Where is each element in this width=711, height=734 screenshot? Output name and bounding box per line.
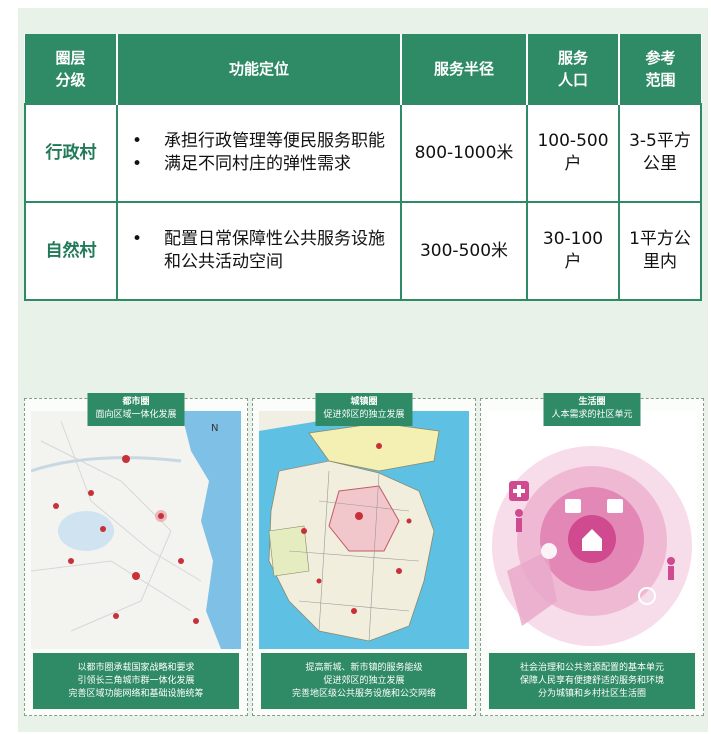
function-bullet: • 配置日常保障性公共服务设施和公共活动空间 xyxy=(132,228,392,274)
person-icon xyxy=(667,557,675,580)
radius-cell: 800-1000米 xyxy=(400,103,528,203)
note-line: 引领长三角城市群一体化发展 xyxy=(77,675,195,686)
header-level-text: 圈层 分级 xyxy=(55,48,86,89)
panel-note: 以都市圈承载国家战略和要求 引领长三角城市群一体化发展 完善区域功能网络和基础设… xyxy=(33,653,239,709)
population-cell: 100-500户 xyxy=(526,103,620,203)
header-population: 服务 人口 xyxy=(527,34,620,104)
header-function: 功能定位 xyxy=(117,34,402,104)
table-header-row: 圈层 分级 功能定位 服务半径 服务 人口 参考 范围 xyxy=(25,34,701,104)
panel-note: 社会治理和公共资源配置的基本单元 保障人民享有便捷舒适的服务和环境 分为城镇和乡… xyxy=(489,653,695,709)
function-cell: • 配置日常保障性公共服务设施和公共活动空间 xyxy=(116,201,402,301)
note-line: 以都市圈承载国家战略和要求 xyxy=(77,662,195,673)
note-line: 社会治理和公共资源配置的基本单元 xyxy=(519,662,664,673)
panel-title: 都市圈 xyxy=(122,397,150,407)
header-range: 参考 范围 xyxy=(619,34,701,104)
panel-tag: 生活圈 人本需求的社区单元 xyxy=(543,393,641,426)
header-radius-text: 服务半径 xyxy=(433,59,494,78)
range-cell: 1平方公里内 xyxy=(618,201,702,301)
level-cell: 行政村 xyxy=(24,103,118,203)
panel-title: 城镇圈 xyxy=(350,397,378,407)
function-bullet: • 承担行政管理等便民服务职能 xyxy=(132,131,385,151)
panel-subtitle: 人本需求的社区单元 xyxy=(551,410,633,420)
note-line: 完善地区级公共服务设施和公交网络 xyxy=(291,688,436,699)
page: 圈层 分级 功能定位 服务半径 服务 人口 参考 范围 行政村 • 承担行政管理等… xyxy=(18,8,708,732)
table-row: 行政村 • 承担行政管理等便民服务职能 • 满足不同村庄的弹性需求 800-1000… xyxy=(24,103,702,203)
function-text: 满足不同村庄的弹性需求 xyxy=(164,154,351,174)
function-text: 配置日常保障性公共服务设施和公共活动空间 xyxy=(164,229,385,272)
function-text: 承担行政管理等便民服务职能 xyxy=(164,131,385,151)
hierarchy-table: 圈层 分级 功能定位 服务半径 服务 人口 参考 范围 行政村 • 承担行政管理等… xyxy=(24,34,702,301)
function-bullet: • 满足不同村庄的弹性需求 xyxy=(132,154,351,174)
header-level: 圈层 分级 xyxy=(25,34,118,104)
note-line: 保障人民享有便捷舒适的服务和环境 xyxy=(519,675,664,686)
panel-tag: 都市圈 面向区域一体化发展 xyxy=(87,393,185,426)
table-row: 自然村 • 配置日常保障性公共服务设施和公共活动空间 300-500米 30-10… xyxy=(24,201,702,301)
header-population-text: 服务 人口 xyxy=(557,48,588,89)
hospital-icon xyxy=(509,481,529,501)
note-line: 促进郊区的独立发展 xyxy=(323,675,405,686)
header-range-text: 参考 范围 xyxy=(645,48,676,89)
header-function-text: 功能定位 xyxy=(228,59,289,78)
level-cell: 自然村 xyxy=(24,201,118,301)
panel-metropolitan: N 都市圈 面向区域一体化发展 以都市圈承载国家战略和要求 引领长三角城市群一体… xyxy=(24,393,248,716)
panel-town: 城镇圈 促进郊区的独立发展 提高新城、新市镇的服务能级 促进郊区的独立发展 完善… xyxy=(252,393,476,716)
school-icon xyxy=(607,499,623,513)
heart-icon xyxy=(541,543,557,559)
range-cell: 3-5平方公里 xyxy=(618,103,702,203)
note-line: 提高新城、新市镇的服务能级 xyxy=(305,662,423,673)
elderly-icon xyxy=(515,509,523,532)
panel-community: 生活圈 人本需求的社区单元 社会治理和公共资源配置的基本单元 保障人民享有便捷舒… xyxy=(480,393,704,716)
function-cell: • 承担行政管理等便民服务职能 • 满足不同村庄的弹性需求 xyxy=(116,103,402,203)
town-map-image xyxy=(259,411,469,649)
panel-subtitle: 促进郊区的独立发展 xyxy=(323,410,405,420)
panel-tag: 城镇圈 促进郊区的独立发展 xyxy=(315,393,413,426)
note-line: 完善区域功能网络和基础设施统筹 xyxy=(68,688,204,699)
metropolitan-map-image: N xyxy=(31,411,241,649)
panel-subtitle: 面向区域一体化发展 xyxy=(95,410,177,420)
shop-icon xyxy=(565,499,581,513)
svg-text:N: N xyxy=(211,423,218,434)
header-radius: 服务半径 xyxy=(401,34,528,104)
population-cell: 30-100户 xyxy=(526,201,620,301)
panel-note: 提高新城、新市镇的服务能级 促进郊区的独立发展 完善地区级公共服务设施和公交网络 xyxy=(261,653,467,709)
note-line: 分为城镇和乡村社区生活圈 xyxy=(537,688,646,699)
panel-title: 生活圈 xyxy=(578,397,606,407)
radius-cell: 300-500米 xyxy=(400,201,528,301)
community-diagram-image xyxy=(487,411,697,649)
